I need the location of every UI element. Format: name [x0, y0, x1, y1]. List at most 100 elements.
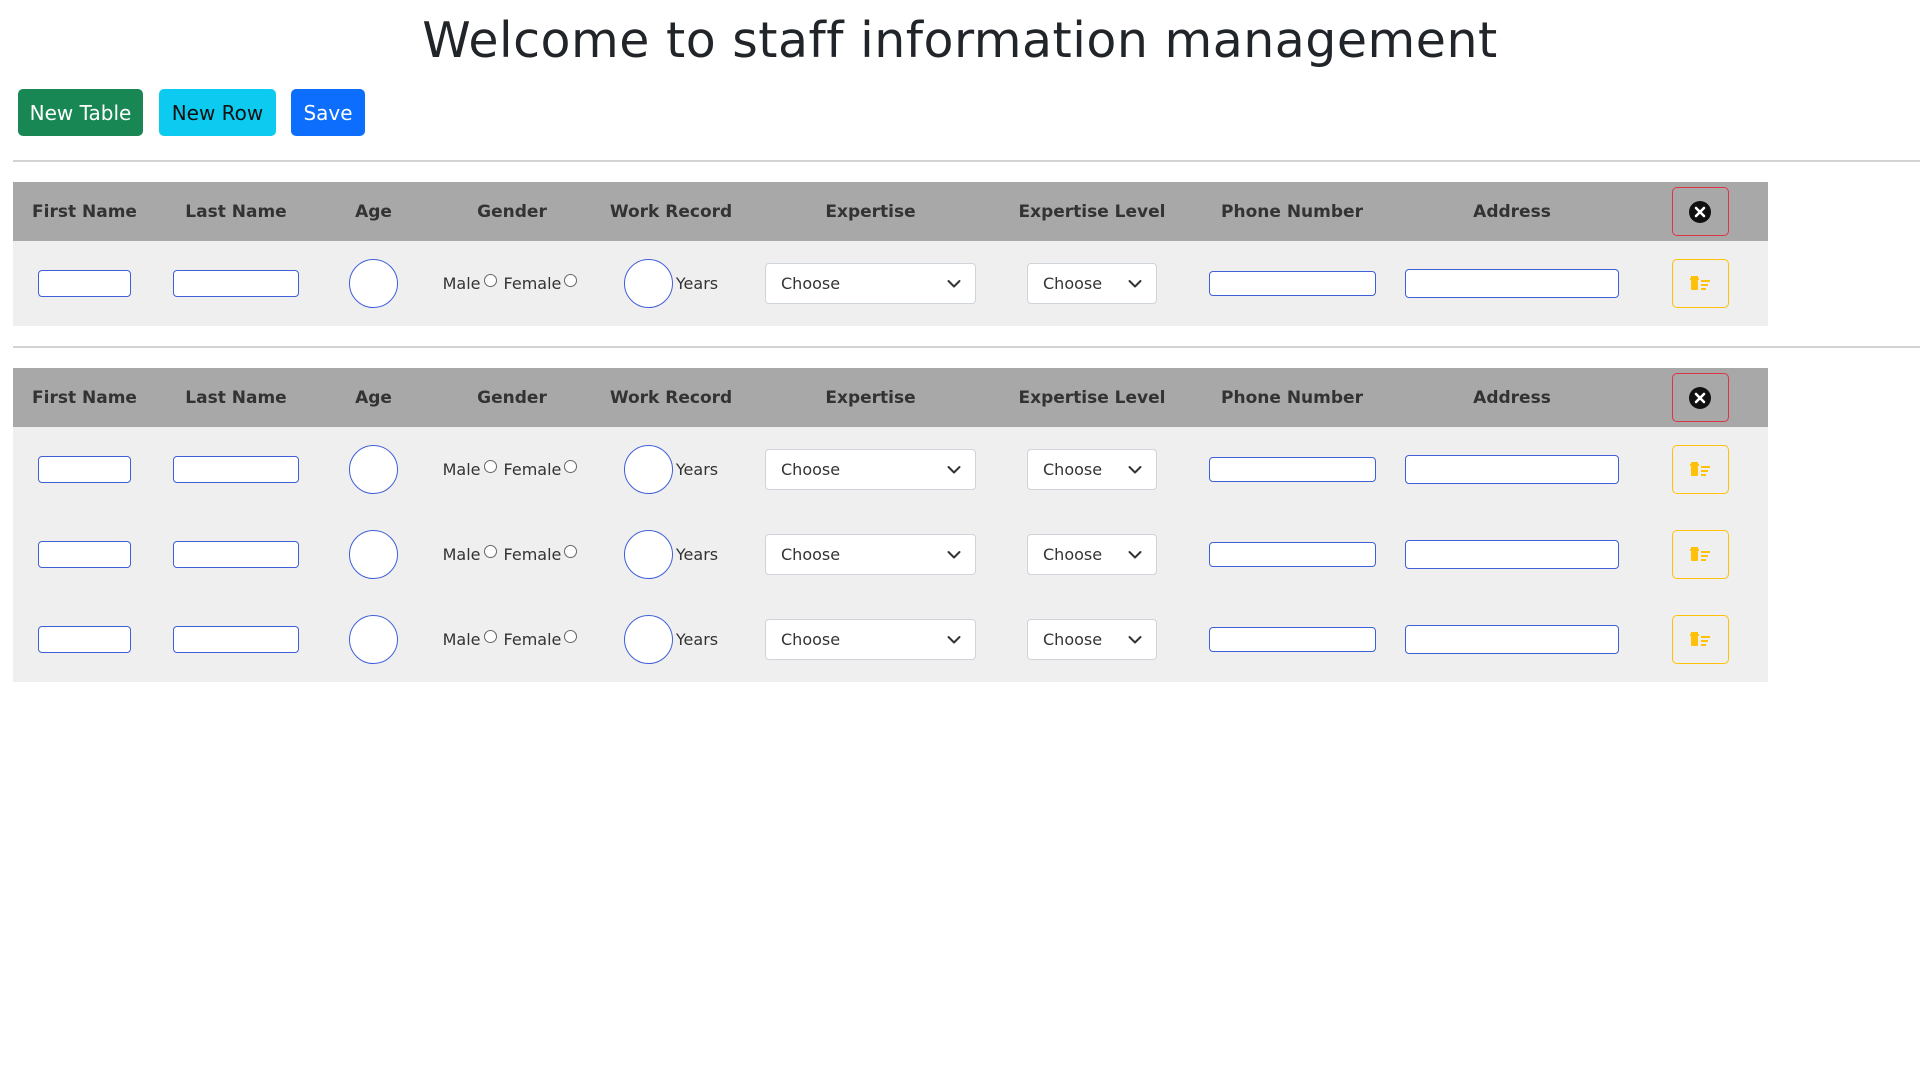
gender-male-radio[interactable] [483, 545, 497, 558]
chevron-down-icon [947, 550, 961, 558]
column-header: Last Name [156, 182, 316, 241]
chevron-down-icon [947, 465, 961, 473]
expertise-level-select[interactable]: Choose [1027, 263, 1157, 304]
expertise-level-select-value: Choose [1043, 545, 1103, 564]
gender-group: Male Female [443, 274, 582, 293]
table-row: Male Female Years Choose Choose [13, 241, 1768, 326]
expertise-select[interactable]: Choose [765, 534, 976, 575]
gender-female-radio[interactable] [564, 274, 578, 287]
column-header: Expertise Level [992, 182, 1192, 241]
delete-row-button[interactable] [1671, 530, 1729, 579]
column-header: Address [1392, 182, 1632, 241]
first-name-input[interactable] [38, 626, 131, 653]
address-input[interactable] [1405, 625, 1619, 654]
years-label: Years [675, 545, 719, 564]
last-name-input[interactable] [173, 541, 299, 568]
first-name-input[interactable] [38, 541, 131, 568]
delete-row-button[interactable] [1671, 259, 1729, 308]
work-record-input[interactable] [623, 615, 673, 664]
column-header: Phone Number [1192, 182, 1392, 241]
expertise-level-select-value: Choose [1043, 630, 1103, 649]
column-header: Age [316, 182, 431, 241]
chevron-down-icon [1128, 465, 1142, 473]
work-record-input[interactable] [623, 530, 673, 579]
expertise-select[interactable]: Choose [765, 449, 976, 490]
gender-male-radio[interactable] [483, 274, 497, 287]
expertise-select-value: Choose [781, 545, 841, 564]
expertise-level-select-value: Choose [1043, 274, 1103, 293]
close-table-cell [1632, 182, 1768, 241]
trash-icon [1690, 275, 1710, 290]
expertise-select-value: Choose [781, 460, 841, 479]
close-table-button[interactable] [1671, 373, 1729, 422]
expertise-select[interactable]: Choose [765, 619, 976, 660]
address-input[interactable] [1405, 540, 1619, 569]
gender-group: Male Female [443, 630, 582, 649]
circle-x-icon [1689, 200, 1711, 223]
gender-female-radio[interactable] [564, 545, 578, 558]
phone-number-input[interactable] [1208, 271, 1376, 296]
page-title: Welcome to staff information management [422, 12, 1498, 69]
age-input[interactable] [349, 615, 398, 664]
first-name-input[interactable] [38, 270, 131, 297]
gender-female-radio[interactable] [564, 630, 578, 643]
expertise-level-select[interactable]: Choose [1027, 619, 1157, 660]
age-input[interactable] [349, 530, 398, 579]
last-name-input[interactable] [173, 456, 299, 483]
work-record-group: Years [623, 530, 719, 579]
phone-number-input[interactable] [1208, 542, 1376, 567]
close-table-button[interactable] [1671, 187, 1729, 236]
staff-table: First Name Last Name Age Gender Work Record E… [13, 182, 1768, 326]
years-label: Years [675, 630, 719, 649]
save-button[interactable]: Save [291, 89, 365, 136]
gender-male-radio[interactable] [483, 460, 497, 473]
last-name-input[interactable] [173, 626, 299, 653]
trash-icon [1690, 461, 1710, 476]
expertise-level-select-value: Choose [1043, 460, 1103, 479]
phone-number-input[interactable] [1208, 457, 1376, 482]
table-header-row: First Name Last Name Age Gender Work Record E… [13, 368, 1768, 427]
gender-female-radio[interactable] [564, 460, 578, 473]
gender-male-radio[interactable] [483, 630, 497, 643]
column-header: Phone Number [1192, 368, 1392, 427]
phone-number-input[interactable] [1208, 627, 1376, 652]
gender-male-label: Male [442, 545, 481, 564]
delete-row-button[interactable] [1671, 615, 1729, 664]
years-label: Years [675, 460, 719, 479]
gender-female-label: Female [503, 460, 562, 479]
column-header: Expertise [749, 368, 992, 427]
new-row-button[interactable]: New Row [159, 89, 276, 136]
gender-male-label: Male [442, 460, 481, 479]
last-name-input[interactable] [173, 270, 299, 297]
address-input[interactable] [1405, 269, 1619, 298]
expertise-level-select[interactable]: Choose [1027, 449, 1157, 490]
circle-x-icon [1689, 386, 1711, 409]
work-record-input[interactable] [623, 259, 673, 308]
chevron-down-icon [947, 635, 961, 643]
work-record-input[interactable] [623, 445, 673, 494]
column-header: First Name [13, 182, 156, 241]
table-row: Male Female Years Choose Choose [13, 427, 1768, 512]
age-input[interactable] [349, 445, 398, 494]
gender-female-label: Female [503, 630, 562, 649]
table-row: Male Female Years Choose Choose [13, 512, 1768, 597]
expertise-select[interactable]: Choose [765, 263, 976, 304]
work-record-group: Years [623, 259, 718, 308]
first-name-input[interactable] [38, 456, 131, 483]
delete-row-button[interactable] [1671, 445, 1729, 494]
chevron-down-icon [1128, 279, 1142, 287]
table-header-row: First Name Last Name Age Gender Work Record E… [13, 182, 1768, 241]
address-input[interactable] [1405, 455, 1619, 484]
column-header: Address [1392, 368, 1632, 427]
gender-male-label: Male [442, 274, 481, 293]
column-header: Work Record [593, 368, 749, 427]
column-header: Expertise [749, 182, 992, 241]
chevron-down-icon [947, 279, 961, 287]
staff-table: First Name Last Name Age Gender Work Record E… [13, 368, 1768, 682]
new-table-button[interactable]: New Table [18, 89, 143, 136]
column-header: Last Name [156, 368, 316, 427]
table-divider [13, 346, 1920, 348]
age-input[interactable] [349, 259, 398, 308]
expertise-level-select[interactable]: Choose [1027, 534, 1157, 575]
column-header: Gender [431, 368, 593, 427]
